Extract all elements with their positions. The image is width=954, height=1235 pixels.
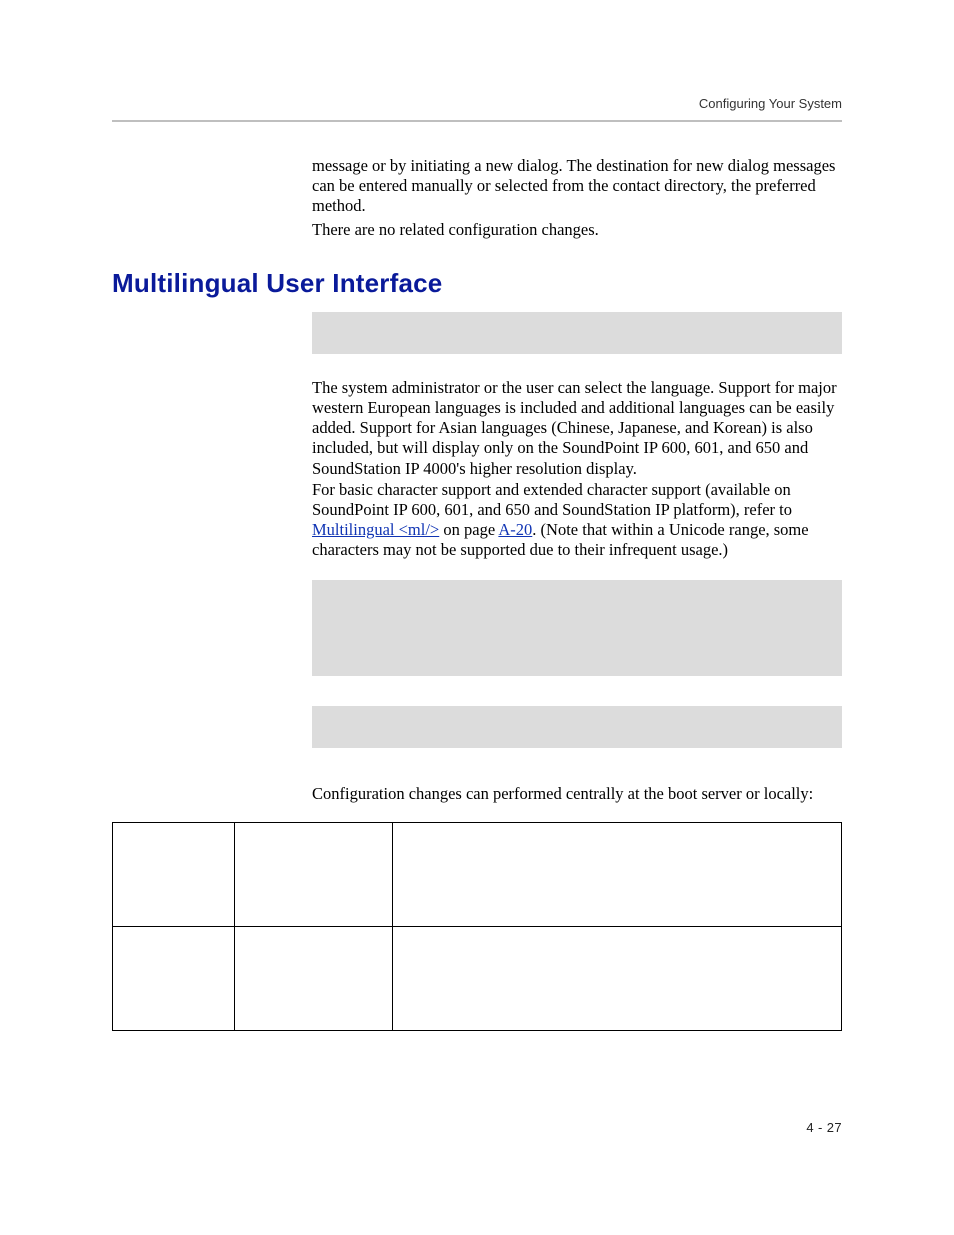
- page-number: 4 - 27: [806, 1120, 842, 1135]
- page: Configuring Your System message or by in…: [0, 0, 954, 1235]
- config-table: [112, 822, 842, 1031]
- section-heading-multilingual: Multilingual User Interface: [112, 268, 442, 299]
- table-cell: [393, 927, 842, 1031]
- table-cell: [393, 823, 842, 927]
- link-multilingual-ml[interactable]: Multilingual <ml/>: [312, 520, 439, 539]
- paragraph-5: Configuration changes can performed cent…: [312, 784, 842, 804]
- paragraph-4: For basic character support and extended…: [312, 480, 842, 561]
- paragraph-intro-1: message or by initiating a new dialog. T…: [312, 156, 842, 216]
- table-cell: [113, 823, 235, 927]
- table-row: [113, 823, 842, 927]
- paragraph-4-text-before: For basic character support and extended…: [312, 480, 792, 519]
- paragraph-intro-2: There are no related configuration chang…: [312, 220, 842, 240]
- table-row: [113, 927, 842, 1031]
- paragraph-4-text-mid: on page: [439, 520, 498, 539]
- running-header: Configuring Your System: [699, 96, 842, 111]
- link-page-a20[interactable]: A-20: [498, 520, 532, 539]
- table-cell: [113, 927, 235, 1031]
- table-cell: [235, 823, 393, 927]
- note-box-1: [312, 312, 842, 354]
- note-box-3: [312, 706, 842, 748]
- header-rule: [112, 120, 842, 122]
- paragraph-3: The system administrator or the user can…: [312, 378, 842, 479]
- note-box-2: [312, 580, 842, 676]
- table-cell: [235, 927, 393, 1031]
